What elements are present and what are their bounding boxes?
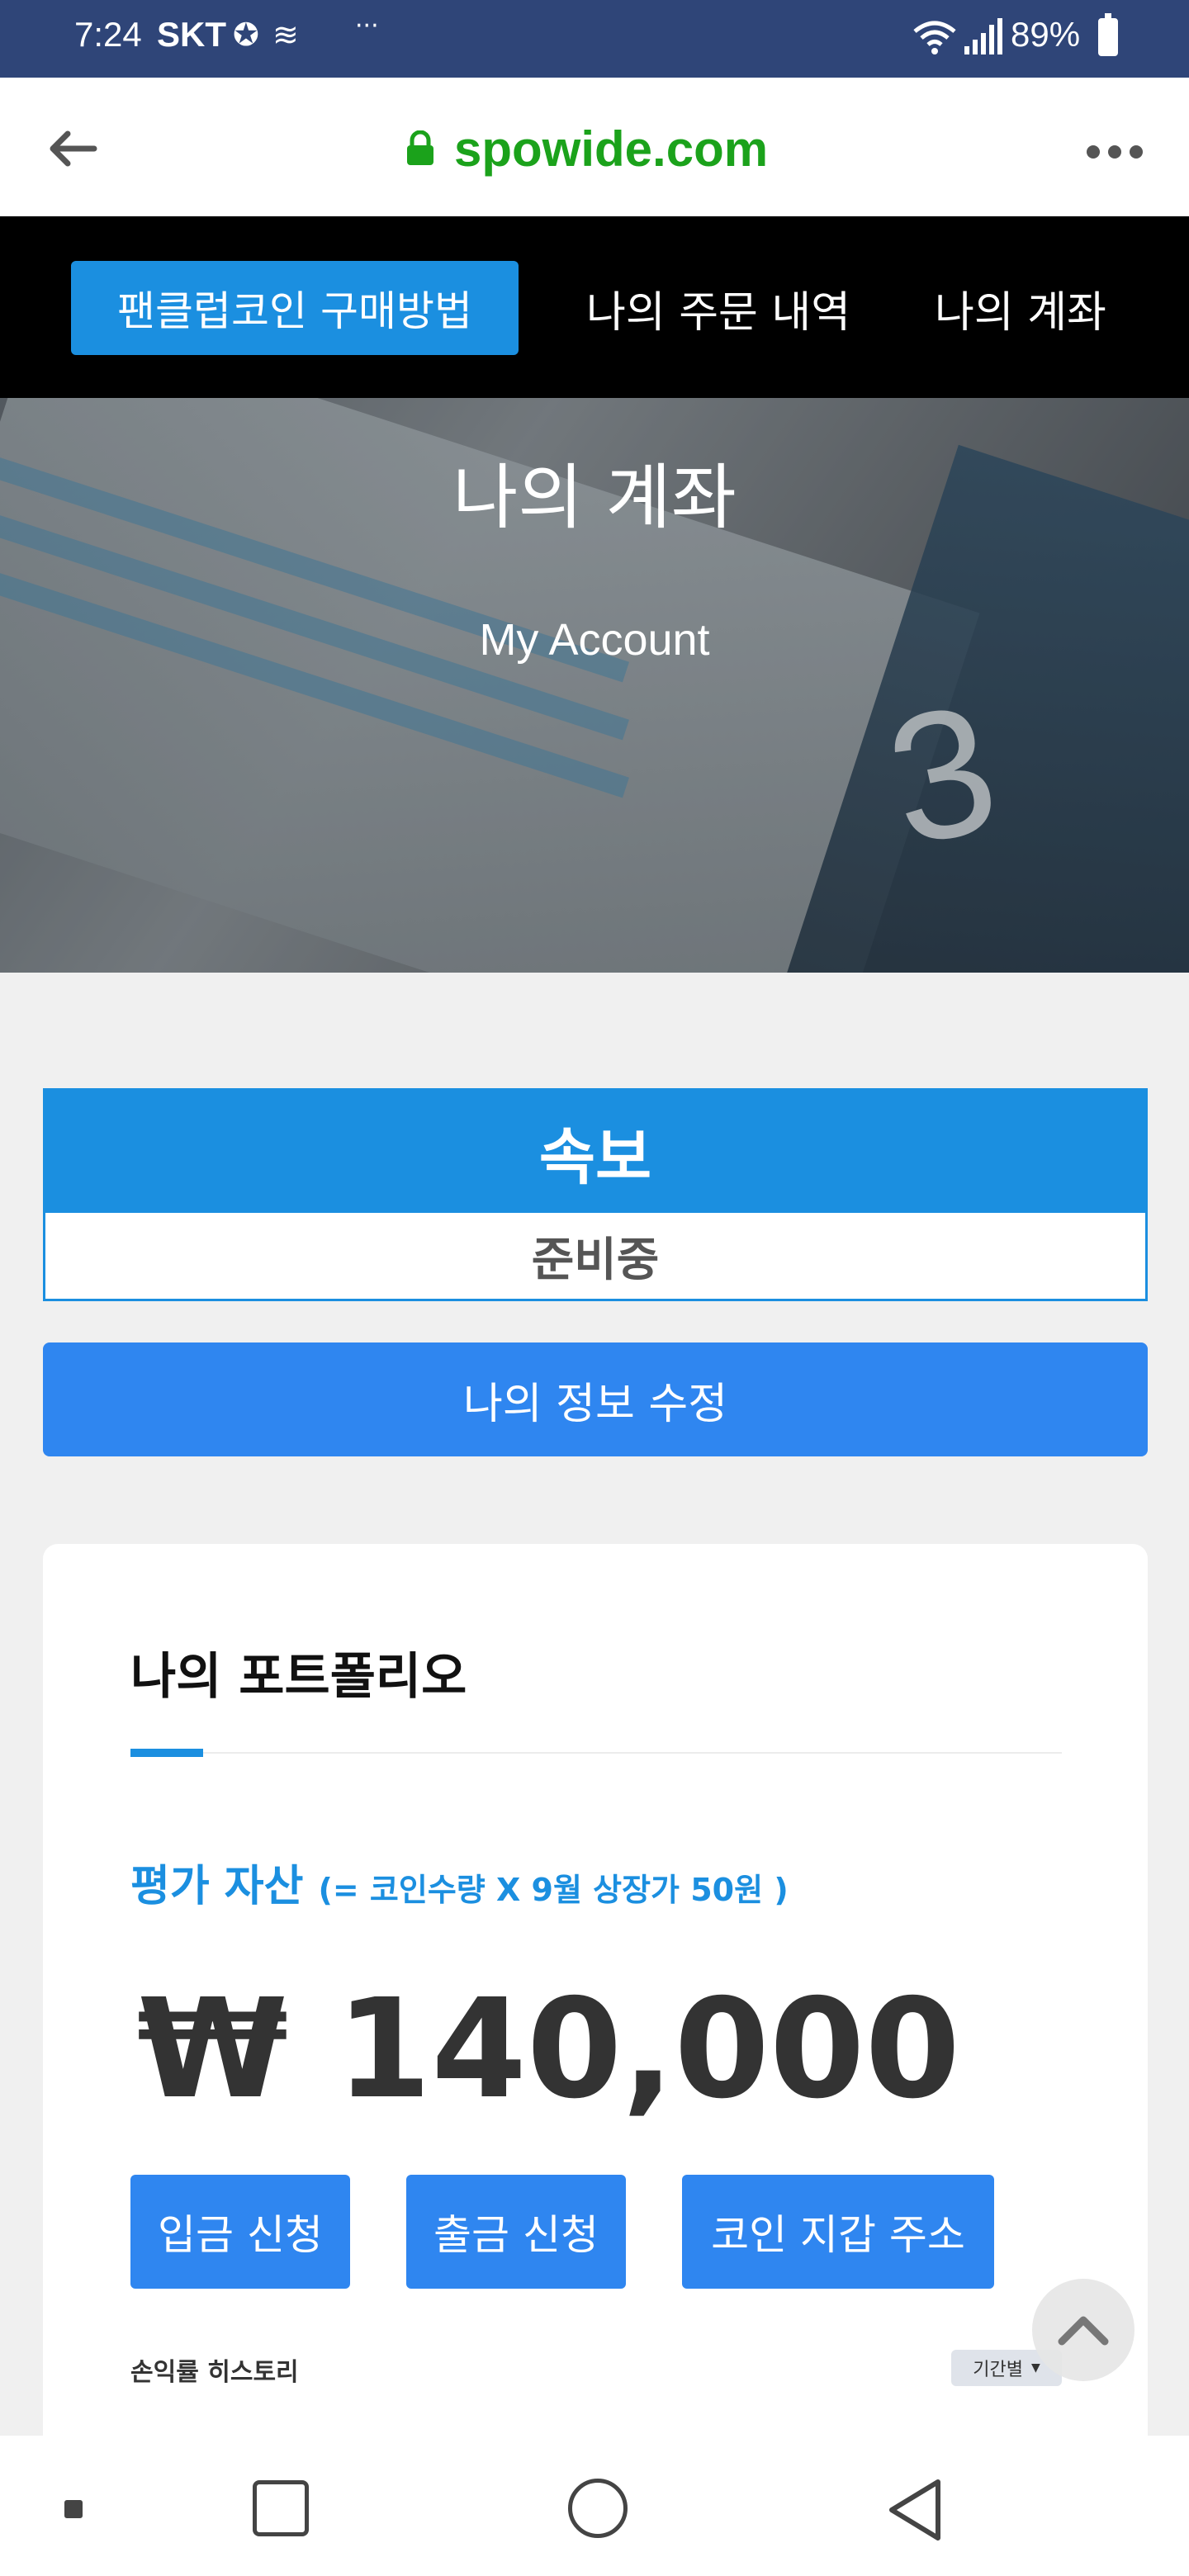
battery-icon (1098, 13, 1118, 56)
recent-apps-button[interactable] (253, 2480, 309, 2536)
profit-history-label: 손익률 히스토리 (130, 2358, 299, 2387)
period-select-label: 기간별 (973, 2360, 1023, 2380)
browser-url-bar: spowide.com (0, 78, 1189, 216)
news-heading: 속보 (45, 1091, 1145, 1213)
asset-amount: ₩ 140,000 (137, 1970, 960, 2129)
more-menu-button[interactable] (1073, 119, 1156, 185)
status-carrier: SKT (157, 15, 226, 54)
carrier-logo-icon: ✪ (233, 17, 259, 53)
more-dot-icon (1108, 145, 1121, 159)
nav-dot-icon (64, 2500, 83, 2518)
nav-order-history[interactable]: 나의 주문 내역 (586, 261, 850, 355)
more-dot-icon (1130, 145, 1143, 159)
signal-icon (964, 18, 1002, 54)
lock-icon (407, 130, 433, 165)
edit-profile-button[interactable]: 나의 정보 수정 (43, 1342, 1148, 1456)
system-nav-bar (0, 2436, 1189, 2576)
notification-icon: ≋ (272, 17, 299, 53)
status-time: 7:24 (74, 15, 142, 54)
system-back-button[interactable] (883, 2477, 946, 2543)
divider (130, 1752, 1062, 1754)
back-button[interactable] (40, 116, 106, 182)
url-display[interactable]: spowide.com (405, 116, 768, 182)
nav-my-account[interactable]: 나의 계좌 (935, 261, 1106, 355)
withdraw-request-button[interactable]: 출금 신청 (406, 2175, 626, 2289)
portfolio-title: 나의 포트폴리오 (130, 1648, 467, 1706)
eval-label: 평가 자산 (130, 1862, 304, 1911)
wifi-icon (913, 21, 956, 54)
top-navigation: 팬클럽코인 구매방법 나의 주문 내역 나의 계좌 (0, 216, 1189, 398)
page-title: 나의 계좌 (452, 457, 737, 539)
evaluation-label: 평가 자산 (= 코인수량 X 9월 상장가 50원 ) (130, 1851, 789, 1913)
breaking-news-box: 속보 준비중 (43, 1088, 1148, 1301)
deposit-request-button[interactable]: 입금 신청 (130, 2175, 350, 2289)
divider-accent (130, 1749, 203, 1757)
status-bar: 7:24 SKT ✪ ≋ ··· 89% (0, 0, 1189, 78)
nav-purchase-guide[interactable]: 팬클럽코인 구매방법 (71, 261, 519, 355)
more-dot-icon (1087, 145, 1100, 159)
home-button[interactable] (568, 2479, 628, 2538)
battery-percent: 89% (1011, 15, 1081, 54)
page-subtitle: My Account (479, 615, 710, 665)
coin-wallet-address-button[interactable]: 코인 지갑 주소 (682, 2175, 994, 2289)
portfolio-card: 나의 포트폴리오 평가 자산 (= 코인수량 X 9월 상장가 50원 ) ₩ … (43, 1544, 1148, 2576)
url-text: spowide.com (454, 121, 769, 177)
scroll-top-button[interactable] (1032, 2279, 1135, 2381)
hero-banner: 3 나의 계좌 My Account (0, 398, 1189, 973)
chevron-down-icon: ▼ (1030, 2361, 1040, 2375)
status-extra: ··· (355, 12, 379, 40)
news-body: 준비중 (531, 1233, 660, 1287)
chevron-up-icon (1058, 2316, 1109, 2346)
arrow-left-icon (50, 130, 97, 167)
eval-note: (= 코인수량 X 9월 상장가 50원 ) (318, 1872, 789, 1908)
